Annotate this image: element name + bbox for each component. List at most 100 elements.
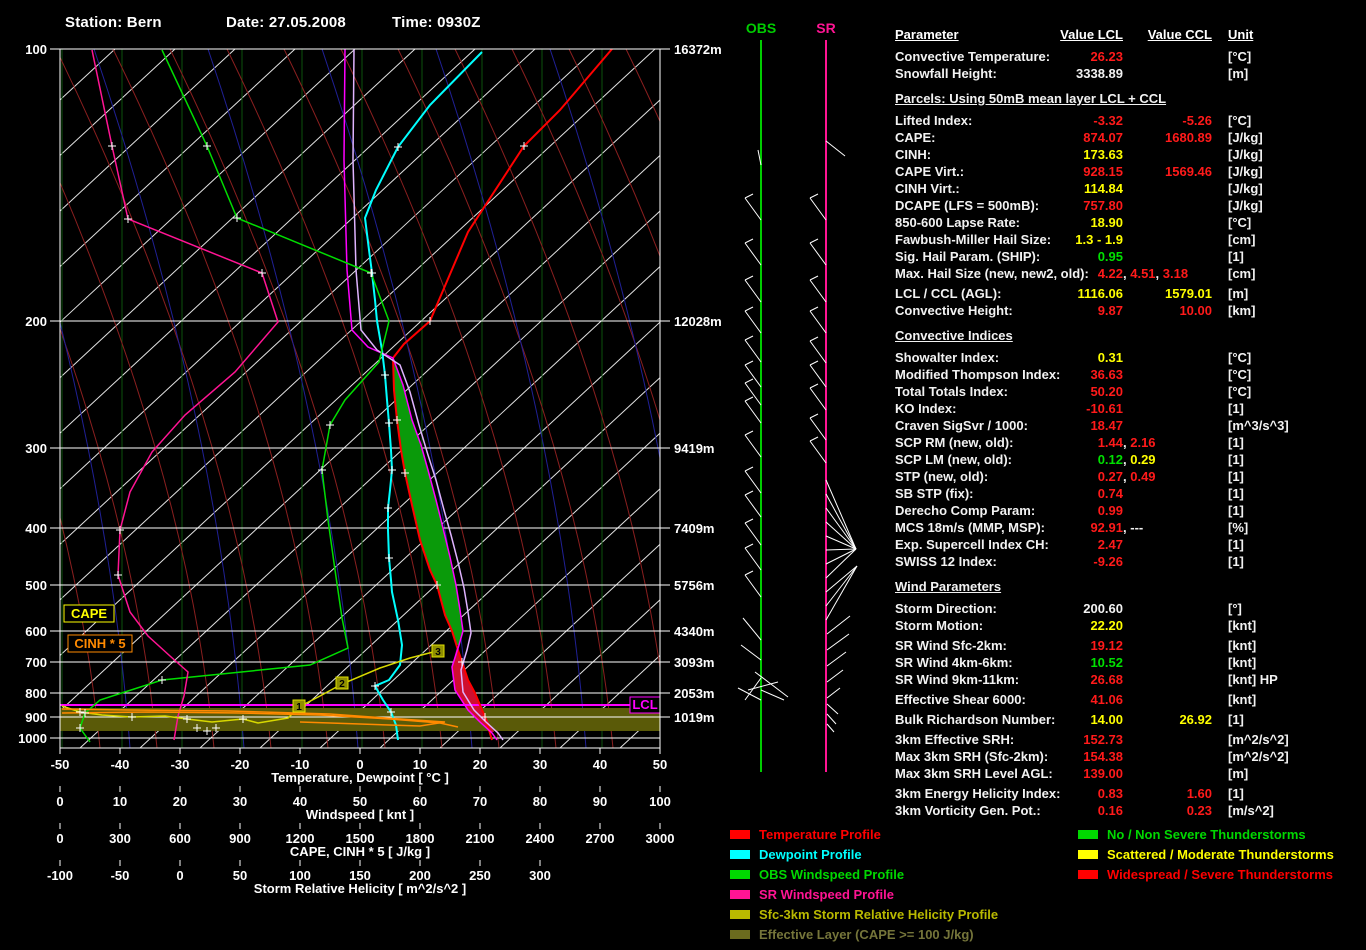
srh-height-label: 3: [435, 647, 441, 658]
table-row: Lifted Index: -3.32 -5.26 [°C]: [895, 112, 1362, 129]
value-text: 36.63: [1090, 367, 1123, 382]
pressure-label: 300: [25, 441, 47, 456]
wind-barb-icon: [744, 434, 762, 458]
unit-cell: [knt]: [1228, 655, 1257, 670]
legend-item: Dewpoint Profile: [730, 844, 998, 864]
legend-label: Temperature Profile: [759, 826, 881, 842]
wind-barb-icon: [809, 364, 827, 388]
wind-barb-icon: [809, 340, 827, 364]
srh-height-label: 1: [296, 702, 302, 713]
unit-cell: [m^2/s^2]: [1228, 749, 1289, 764]
value-text: 1579.01: [1165, 286, 1212, 301]
table-row: Snowfall Height: 3338.89 [m]: [895, 65, 1362, 82]
wind-barb-icon: [825, 565, 858, 593]
value-text: 22.20: [1090, 618, 1123, 633]
wind-barb-icon: [809, 197, 827, 221]
axis-tick-label: 30: [533, 757, 547, 772]
pressure-label: 500: [25, 578, 47, 593]
wind-barb-icon: [744, 574, 762, 598]
thunderstorm-legend: No / Non Severe Thunderstorms Scattered /…: [1078, 824, 1334, 884]
table-row: Storm Motion: 22.20 [knt]: [895, 617, 1362, 634]
wind-barb-icon: [826, 651, 847, 667]
cinh-label: CINH * 5: [74, 636, 125, 651]
adiabat-line: [226, 49, 443, 748]
unit-cell: [°C]: [1228, 215, 1252, 230]
legend-swatch-icon: [730, 869, 750, 879]
value-ccl-cell: 1569.46: [895, 163, 1212, 180]
value-lcl-cell: 114.84: [895, 180, 1123, 197]
wind-barb-icon: [826, 633, 850, 651]
pressure-label: 600: [25, 624, 47, 639]
value-text: 10.00: [1179, 303, 1212, 318]
axis-tick-label: -20: [231, 757, 250, 772]
wind-barb-icon: [825, 548, 857, 551]
parameter-table: Parameter Value LCL Value CCL Unit Conve…: [895, 26, 1362, 819]
table-row: Bulk Richardson Number: 14.00 26.92 [1]: [895, 711, 1362, 728]
axis-tick-label: 30: [233, 794, 247, 809]
axis-tick-label: 2700: [586, 831, 615, 846]
unit-cell: [m^3/s^3]: [1228, 418, 1289, 433]
legend-item: Widespread / Severe Thunderstorms: [1078, 864, 1334, 884]
table-row: Convective Height: 9.87 10.00 [km]: [895, 302, 1362, 319]
sr-column-label: SR: [816, 20, 835, 36]
value-text: 0.29: [1130, 452, 1156, 467]
adiabat-line: [112, 49, 329, 748]
table-row: 3km Energy Helicity Index: 0.83 1.60 [1]: [895, 785, 1362, 802]
table-row: 850-600 Lapse Rate: 18.90 [°C]: [895, 214, 1362, 231]
value-text: 0.49: [1130, 469, 1156, 484]
axis-title: Storm Relative Helicity [ m^2/s^2 ]: [254, 881, 466, 896]
value-lcl-cell: 0.99: [895, 502, 1123, 519]
legend-swatch-icon: [730, 849, 750, 859]
legend-item: OBS Windspeed Profile: [730, 864, 998, 884]
adiabat-line: [625, 49, 660, 123]
wind-barb-icon: [826, 615, 851, 635]
unit-cell: [°]: [1228, 601, 1242, 616]
wind-barb-icon: [809, 310, 827, 334]
value-text: 50.20: [1090, 384, 1123, 399]
unit-cell: [knt]: [1228, 638, 1257, 653]
axis-tick-label: 20: [173, 794, 187, 809]
table-row: DCAPE (LFS = 500mB): 757.80 [J/kg]: [895, 197, 1362, 214]
wind-barb-icon: [744, 238, 754, 244]
axis-tick-label: 10: [113, 794, 127, 809]
value-ccl-cell: 1579.01: [895, 285, 1212, 302]
value-text: 0.74: [1097, 486, 1123, 501]
table-row: SCP RM (new, old): 1.44, 2.16 [1]: [895, 434, 1362, 451]
axis-tick-label: 50: [233, 868, 247, 883]
axis-tick-label: -50: [111, 868, 130, 883]
value-lcl-cell: 173.63: [895, 146, 1123, 163]
app-window: { "header": { "station": "Station: Bern"…: [0, 0, 1366, 950]
wind-barb-icon: [809, 440, 827, 464]
wind-barb-icon: [744, 466, 754, 472]
value-lcl-cell: 41.06: [895, 691, 1123, 708]
altitude-label: 4340m: [674, 624, 714, 639]
wind-barb-icon: [809, 360, 819, 366]
value-text: 2.47: [1097, 537, 1123, 552]
wind-barb-icon: [809, 413, 819, 419]
wind-barb-icon: [744, 193, 754, 199]
table-row: Sig. Hail Param. (SHIP): 0.95 [1]: [895, 248, 1362, 265]
adiabat-line: [397, 49, 614, 748]
value-lcl-cell: 19.12: [895, 637, 1123, 654]
wind-columns: OBS SR: [737, 20, 858, 772]
axis-tick-label: 80: [533, 794, 547, 809]
wind-barb-icon: [826, 713, 837, 725]
wind-barb-icon: [754, 671, 789, 698]
wind-barb-icon: [744, 547, 762, 571]
table-row: SR Wind 9km-11km: 26.68 [knt] HP: [895, 671, 1362, 688]
altitude-label: 1019m: [674, 710, 714, 725]
unit-cell: [°C]: [1228, 367, 1252, 382]
table-row: SWISS 12 Index: -9.26 [1]: [895, 553, 1362, 570]
cape-area: [393, 358, 463, 645]
table-row: Max 3km SRH (Sfc-2km): 154.38 [m^2/s^2]: [895, 748, 1362, 765]
value-lcl-cell: 3338.89: [895, 65, 1123, 82]
legend-label: Sfc-3km Storm Relative Helicity Profile: [759, 906, 999, 922]
table-row: Convective Temperature: 26.23 [°C]: [895, 48, 1362, 65]
axis-tick-label: 20: [473, 757, 487, 772]
table-row: Modified Thompson Index: 36.63 [°C]: [895, 366, 1362, 383]
value-text: 0.23: [1186, 803, 1212, 818]
axis-tick-label: 900: [229, 831, 251, 846]
value-lcl-cell: 139.00: [895, 765, 1123, 782]
wind-barb-icon: [826, 687, 841, 699]
value-lcl-cell: 2.47: [895, 536, 1123, 553]
